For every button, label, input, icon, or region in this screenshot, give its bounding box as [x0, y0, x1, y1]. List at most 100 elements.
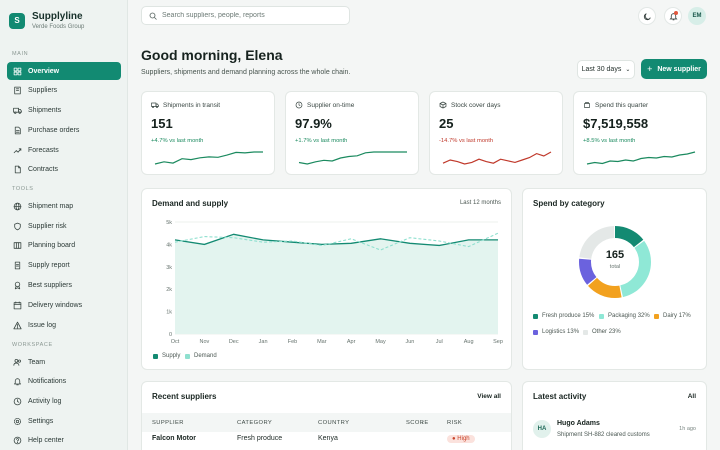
brand[interactable]: S Supplyline Verde Foods Group — [9, 11, 84, 30]
legend-demand: Demand — [185, 353, 217, 359]
award-icon — [12, 280, 22, 290]
kpi-delta: +8.5% vs last month — [583, 138, 636, 144]
x-tick-label: Aug — [464, 339, 474, 345]
brand-org: Verde Foods Group — [32, 24, 85, 30]
supply-swatch — [153, 353, 158, 359]
sidebar-item-purchase-orders[interactable]: Purchase orders — [7, 121, 121, 139]
new-supplier-button[interactable]: + New supplier — [641, 59, 707, 79]
sidebar-item-contracts[interactable]: Contracts — [7, 160, 121, 178]
notifications-button[interactable] — [664, 7, 682, 25]
box-icon — [439, 101, 447, 109]
theme-toggle-button[interactable] — [638, 7, 656, 25]
legend-supply-label: Supply — [162, 353, 181, 359]
sidebar-item-best-suppliers[interactable]: Best suppliers — [7, 276, 121, 294]
search-icon — [149, 12, 157, 20]
suppliers-table-header: SUPPLIER CATEGORY COUNTRY SCORE ↕ RISK — [142, 413, 511, 432]
legend-swatch — [583, 329, 588, 335]
sidebar-item-label: Suppliers — [28, 86, 58, 94]
table-row[interactable]: Falcon Motor Fresh produce Kenya ● High — [142, 435, 511, 449]
col-risk[interactable]: RISK — [447, 420, 462, 426]
kpi-label: Shipments in transit — [151, 101, 220, 109]
search-input[interactable] — [162, 12, 342, 19]
demand-supply-chart: 0 1k 2k 3k 4k 5k Oct Nov Dec Jan Feb Mar Apr May Jun Ju… — [166, 220, 503, 345]
shield-icon — [12, 221, 22, 231]
search-box[interactable] — [141, 6, 350, 25]
x-tick-label: Nov — [199, 339, 209, 345]
kpi-label: Supplier on-time — [295, 101, 354, 109]
sidebar-item-shipments[interactable]: Shipments — [7, 101, 121, 119]
sidebar-item-settings[interactable]: Settings — [7, 412, 121, 430]
sidebar-item-suppliers[interactable]: Suppliers — [7, 81, 121, 99]
row-category: Fresh produce — [237, 435, 283, 442]
sidebar-item-team[interactable]: Team — [7, 353, 121, 371]
kpi-value: 97.9% — [295, 116, 332, 131]
view-all-suppliers-link[interactable]: View all — [477, 393, 501, 400]
users-icon — [12, 357, 22, 367]
kpi-value: 25 — [439, 116, 454, 131]
activity-avatar: HA — [533, 420, 551, 438]
building-icon — [12, 85, 22, 95]
col-supplier[interactable]: SUPPLIER — [152, 420, 184, 426]
kpi-delta: +4.7% vs last month — [151, 138, 204, 144]
x-tick-label: Dec — [229, 339, 239, 345]
page-title: Good morning, Elena — [141, 47, 283, 63]
kpi-sparkline — [442, 151, 552, 165]
row-supplier[interactable]: Falcon Motor — [152, 435, 196, 442]
kpi-card-stock-cover-days[interactable]: Stock cover days 25 -14.7% vs last month — [429, 91, 563, 175]
sidebar-item-overview[interactable]: Overview — [7, 62, 121, 80]
kpi-label: Spend this quarter — [583, 101, 648, 109]
sidebar-section-workspace: WORKSPACE — [12, 342, 53, 348]
col-score[interactable]: SCORE — [406, 420, 429, 426]
spend-by-category-title: Spend by category — [533, 199, 605, 208]
spend-by-category-card: Spend by category 165 total Fresh produc… — [522, 188, 707, 370]
y-tick-label: 4k — [166, 242, 172, 248]
sidebar-item-delivery-windows[interactable]: Delivery windows — [7, 296, 121, 314]
sidebar-item-label: Supply report — [28, 261, 70, 269]
col-country[interactable]: COUNTRY — [318, 420, 349, 426]
risk-label: High — [457, 436, 470, 442]
sidebar-item-forecasts[interactable]: Forecasts — [7, 141, 121, 159]
help-icon — [12, 435, 22, 445]
sidebar-item-shipment-map[interactable]: Shipment map — [7, 197, 121, 215]
date-range-select[interactable]: Last 30 days ⌄ — [577, 60, 635, 79]
x-tick-label: May — [375, 339, 386, 345]
kpi-card-supplier-on-time[interactable]: Supplier on-time 97.9% +1.7% vs last mon… — [285, 91, 419, 175]
activity-person[interactable]: Hugo Adams — [557, 420, 600, 427]
gear-icon — [12, 416, 22, 426]
sidebar-item-label: Supplier risk — [28, 222, 67, 230]
kpi-card-spend-this-quarter[interactable]: Spend this quarter $7,519,558 +8.5% vs l… — [573, 91, 707, 175]
latest-activity-card: Latest activity All HA Hugo Adams Shipme… — [522, 381, 707, 450]
kpi-card-shipments-in-transit[interactable]: Shipments in transit 151 +4.7% vs last m… — [141, 91, 275, 175]
y-tick-label: 2k — [166, 287, 172, 293]
legend-other: Other 23% — [583, 329, 621, 335]
x-tick-label: Sep — [493, 339, 503, 345]
kpi-label-text: Stock cover days — [451, 101, 501, 109]
page-subtitle: Suppliers, shipments and demand planning… — [141, 69, 351, 76]
legend-swatch — [533, 313, 538, 319]
x-tick-label: Feb — [288, 339, 297, 345]
kpi-value: 151 — [151, 116, 173, 131]
sidebar-item-help-center[interactable]: Help center — [7, 431, 121, 449]
sidebar-section-main: MAIN — [12, 51, 29, 57]
chevron-down-icon: ⌄ — [625, 67, 631, 73]
recent-suppliers-card: Recent suppliers View all SUPPLIER CATEG… — [141, 381, 512, 450]
bell-icon — [12, 376, 22, 386]
col-category[interactable]: CATEGORY — [237, 420, 272, 426]
sidebar-item-planning-board[interactable]: Planning board — [7, 236, 121, 254]
activity-text: Shipment SH-882 cleared customs — [557, 432, 650, 438]
sidebar-item-activity-log[interactable]: Activity log — [7, 392, 121, 410]
clock-icon — [295, 101, 303, 109]
legend-swatch — [654, 313, 659, 319]
sidebar-item-issue-log[interactable]: Issue log — [7, 316, 121, 334]
sidebar-item-supplier-risk[interactable]: Supplier risk — [7, 217, 121, 235]
sidebar-item-label: Issue log — [28, 321, 57, 329]
sort-icon[interactable]: ↕ — [421, 420, 424, 426]
x-tick-label: Apr — [347, 339, 356, 345]
kpi-label-text: Spend this quarter — [595, 101, 649, 109]
activity-filter-all[interactable]: All — [688, 393, 696, 400]
sidebar-item-notifications[interactable]: Notifications — [7, 372, 121, 390]
sidebar-item-supply-report[interactable]: Supply report — [7, 256, 121, 274]
sidebar-item-label: Notifications — [28, 377, 67, 385]
x-tick-label: Jun — [405, 339, 414, 345]
user-avatar[interactable]: EM — [688, 7, 706, 25]
